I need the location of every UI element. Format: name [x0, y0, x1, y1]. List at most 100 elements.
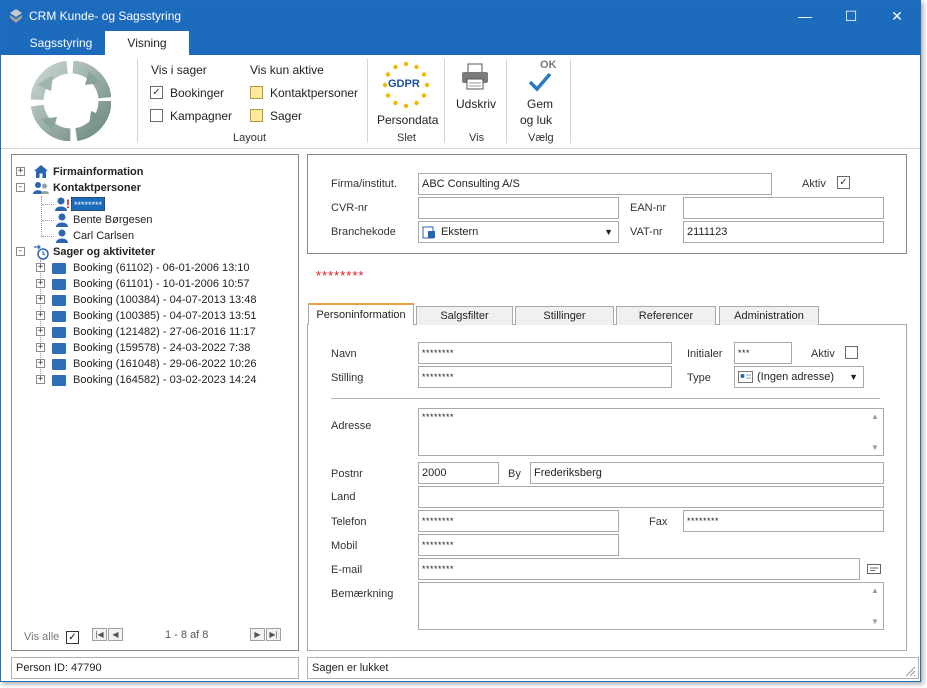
type-select[interactable]: (Ingen adresse) ▼ [734, 366, 864, 388]
stilling-label: Stilling [331, 372, 364, 384]
initialer-input[interactable]: *** [734, 342, 792, 364]
postnr-input[interactable]: 2000 [418, 462, 499, 484]
tree-person[interactable]: Carl Carlsen [14, 228, 294, 244]
land-label: Land [331, 491, 356, 503]
tab-personinformation[interactable]: Personinformation [308, 303, 414, 325]
resize-grip-icon[interactable] [905, 666, 916, 677]
folder-icon [52, 327, 66, 338]
tree-person[interactable]: Bente Børgesen [14, 212, 294, 228]
gdpr-persondata-button[interactable]: GDPR [375, 59, 437, 113]
tree-booking[interactable]: + Booking (61101) - 10-01-2006 10:57 [14, 276, 294, 292]
navn-input[interactable]: ******** [418, 342, 672, 364]
persondata-label: Persondata [377, 113, 439, 127]
person-name: Carl Carlsen [73, 230, 135, 242]
ribbon-separator [444, 59, 445, 143]
person-aktiv-label: Aktiv [811, 348, 835, 360]
scroll-down-icon[interactable]: ▼ [871, 443, 879, 452]
tab-salgsfilter[interactable]: Salgsfilter [416, 306, 513, 325]
email-input[interactable]: ******** [418, 558, 860, 580]
checkmark-icon[interactable] [528, 72, 552, 92]
expand-icon[interactable]: + [36, 375, 45, 384]
expand-icon[interactable]: + [36, 263, 45, 272]
udskriv-button[interactable]: Udskriv [456, 97, 496, 111]
scroll-up-icon[interactable]: ▲ [871, 586, 879, 595]
expand-icon[interactable]: + [36, 311, 45, 320]
tree-booking[interactable]: + Booking (161048) - 29-06-2022 10:26 [14, 356, 294, 372]
ok-badge: OK [540, 59, 557, 71]
contacts-icon [33, 182, 49, 194]
vat-input[interactable]: 2111123 [683, 221, 884, 243]
minimize-button[interactable]: — [782, 1, 828, 31]
person-title: ******** [316, 268, 365, 283]
bookinger-checkbox[interactable]: ✓ [150, 86, 163, 99]
expand-icon[interactable]: + [16, 167, 25, 176]
fax-input[interactable]: ******** [683, 510, 884, 532]
branche-select[interactable]: Ekstern ▼ [418, 221, 619, 243]
tab-stillinger[interactable]: Stillinger [515, 306, 614, 325]
printer-icon[interactable] [460, 63, 490, 91]
scroll-down-icon[interactable]: ▼ [871, 617, 879, 626]
collapse-icon[interactable]: - [16, 183, 25, 192]
tree-item-firmainformation[interactable]: + Firmainformation [14, 164, 294, 180]
first-page-button[interactable]: |◀ [92, 628, 107, 641]
last-page-button[interactable]: ▶| [266, 628, 281, 641]
by-input[interactable]: Frederiksberg [530, 462, 884, 484]
maximize-button[interactable]: ☐ [828, 1, 874, 31]
section-divider [331, 398, 880, 399]
vis-alle-checkbox[interactable]: ✓ [66, 631, 79, 644]
scroll-up-icon[interactable]: ▲ [871, 412, 879, 421]
cvr-input[interactable] [418, 197, 619, 219]
tree-item-kontaktpersoner[interactable]: - Kontaktpersoner [14, 180, 294, 196]
activity-clock-icon [34, 244, 49, 260]
close-button[interactable]: ✕ [874, 1, 920, 31]
tab-administration[interactable]: Administration [719, 306, 819, 325]
tree-item-sager[interactable]: - Sager og aktiviteter [14, 244, 294, 260]
bemaerkning-textarea[interactable] [418, 582, 884, 630]
ean-input[interactable] [683, 197, 884, 219]
mobil-input[interactable]: ******** [418, 534, 619, 556]
folder-icon [52, 343, 66, 354]
person-name: Bente Børgesen [73, 214, 153, 226]
firma-input[interactable]: ABC Consulting A/S [418, 173, 772, 195]
stilling-input[interactable]: ******** [418, 366, 672, 388]
adresse-textarea[interactable]: ******** [418, 408, 884, 456]
by-label: By [508, 468, 521, 480]
email-card-icon[interactable] [867, 564, 881, 574]
expand-icon[interactable]: + [36, 327, 45, 336]
booking-label: Booking (161048) - 29-06-2022 10:26 [73, 358, 257, 370]
land-input[interactable] [418, 486, 884, 508]
person-aktiv-checkbox[interactable] [845, 346, 858, 359]
pager-text: 1 - 8 af 8 [165, 629, 209, 641]
tree-booking[interactable]: + Booking (164582) - 03-02-2023 14:24 [14, 372, 294, 388]
expand-icon[interactable]: + [36, 279, 45, 288]
tree-booking[interactable]: + Booking (159578) - 24-03-2022 7:38 [14, 340, 294, 356]
expand-icon[interactable]: + [36, 343, 45, 352]
kontaktpersoner-checkbox[interactable] [250, 86, 263, 99]
prev-page-button[interactable]: ◀ [108, 628, 123, 641]
og-luk-label[interactable]: og luk [520, 113, 552, 127]
type-value: (Ingen adresse) [757, 371, 835, 383]
booking-label: Booking (164582) - 03-02-2023 14:24 [73, 374, 257, 386]
tree-booking[interactable]: + Booking (121482) - 27-06-2016 11:17 [14, 324, 294, 340]
tab-visning[interactable]: Visning [105, 31, 189, 55]
next-page-button[interactable]: ▶ [250, 628, 265, 641]
expand-icon[interactable]: + [36, 295, 45, 304]
vaelg-group-label: Vælg [528, 132, 554, 144]
tree-booking[interactable]: + Booking (61102) - 06-01-2006 13:10 [14, 260, 294, 276]
gem-label[interactable]: Gem [527, 97, 553, 111]
expand-icon[interactable]: + [36, 359, 45, 368]
company-aktiv-checkbox[interactable]: ✓ [837, 176, 850, 189]
tree-person-selected[interactable]: ! ******** [14, 196, 294, 212]
branche-value: Ekstern [441, 226, 479, 238]
tree-booking[interactable]: + Booking (100384) - 04-07-2013 13:48 [14, 292, 294, 308]
warning-icon: ! [66, 197, 70, 211]
tree-booking[interactable]: + Booking (100385) - 04-07-2013 13:51 [14, 308, 294, 324]
tab-referencer[interactable]: Referencer [616, 306, 716, 325]
booking-label: Booking (61102) - 06-01-2006 13:10 [73, 262, 250, 274]
collapse-icon[interactable]: - [16, 247, 25, 256]
sager-checkbox[interactable] [250, 109, 263, 122]
kampagner-checkbox[interactable] [150, 109, 163, 122]
tab-sagsstyring[interactable]: Sagsstyring [16, 31, 106, 55]
postnr-label: Postnr [331, 468, 363, 480]
telefon-input[interactable]: ******** [418, 510, 619, 532]
